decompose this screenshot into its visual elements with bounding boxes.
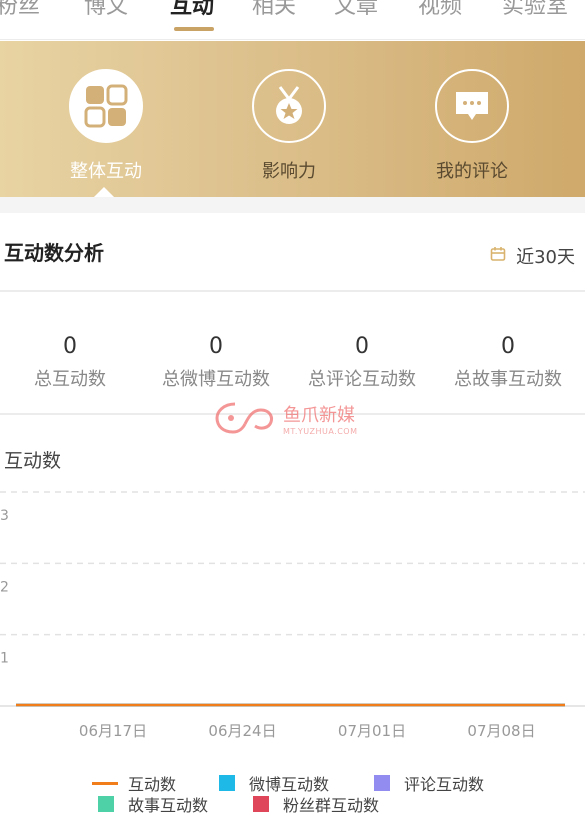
feature-banner: 整体互动 影响力 我的评论 [0,41,585,197]
feature-label: 影响力 [262,161,316,182]
y-tick-label: 3 [0,508,9,524]
feature-overall-interaction[interactable]: 整体互动 [51,69,161,183]
legend-swatch [92,781,118,785]
feature-influence[interactable]: 影响力 [234,69,344,183]
y-tick-label: 1 [0,651,9,667]
divider [0,290,585,292]
feature-my-comments[interactable]: 我的评论 [417,69,527,183]
stat-label: 总微博互动数 [162,369,270,390]
stat-value: 0 [501,334,515,359]
x-tick-label: 06月17日 [79,722,147,740]
active-feature-pointer [94,187,114,197]
watermark: 鱼爪新媒 MT.YUZHUA.COM [213,396,358,440]
stat-comment-interactions: 0 总评论互动数 [289,334,435,391]
stat-label: 总故事互动数 [454,369,562,390]
active-tab-indicator [174,27,214,31]
date-range-label: 近30天 [516,247,575,268]
stat-value: 0 [63,334,77,359]
x-tick-label: 07月08日 [467,722,535,740]
tab-videos[interactable]: 视频 [418,0,462,20]
legend-item-comment-interactions[interactable]: 评论互动数 [374,771,484,795]
section-title: 互动数分析 [4,241,104,265]
tab-lab[interactable]: 实验室 [502,0,568,20]
calendar-icon [490,246,506,267]
legend-swatch [253,796,269,812]
tab-related[interactable]: 相关 [252,0,296,20]
legend-item-fan-group-interactions[interactable]: 粉丝群互动数 [253,792,379,816]
legend-item-story-interactions[interactable]: 故事互动数 [98,792,208,816]
section-gap [0,197,585,213]
medal-icon [252,69,326,143]
stat-label: 总评论互动数 [308,369,416,390]
stat-value: 0 [355,334,369,359]
legend-swatch [374,775,390,791]
feature-label: 我的评论 [436,161,508,182]
legend-swatch [219,775,235,791]
legend-label: 故事互动数 [128,796,209,815]
feature-label: 整体互动 [70,161,142,182]
tab-articles[interactable]: 文章 [334,0,378,20]
watermark-text: 鱼爪新媒 [283,404,355,426]
interaction-line-chart: 3 2 1 06月17日 06月24日 07月01日 07月08日 [0,491,585,740]
legend-label: 评论互动数 [404,775,485,794]
legend-swatch [98,796,114,812]
stat-story-interactions: 0 总故事互动数 [435,334,581,391]
stat-label: 总互动数 [34,369,106,390]
interaction-swap-icon [69,69,143,143]
x-tick-label: 06月24日 [208,722,276,740]
chart-title: 互动数 [4,450,62,472]
watermark-url: MT.YUZHUA.COM [283,426,358,436]
watermark-logo-icon [215,402,273,434]
tab-interaction[interactable]: 互动 [170,0,214,20]
tab-fans[interactable]: 粉丝 [0,0,40,20]
stat-total-interactions: 0 总互动数 [0,334,143,391]
stat-weibo-interactions: 0 总微博互动数 [143,334,289,391]
tab-posts[interactable]: 博文 [84,0,128,20]
legend-label: 粉丝群互动数 [283,796,380,815]
x-tick-label: 07月01日 [338,722,406,740]
top-tab-bar: 粉丝 博文 互动 相关 文章 视频 实验室 [0,0,585,40]
comment-icon [435,69,509,143]
stat-value: 0 [209,334,223,359]
date-range-selector[interactable]: 近30天 [490,243,575,269]
y-tick-label: 2 [0,579,9,595]
